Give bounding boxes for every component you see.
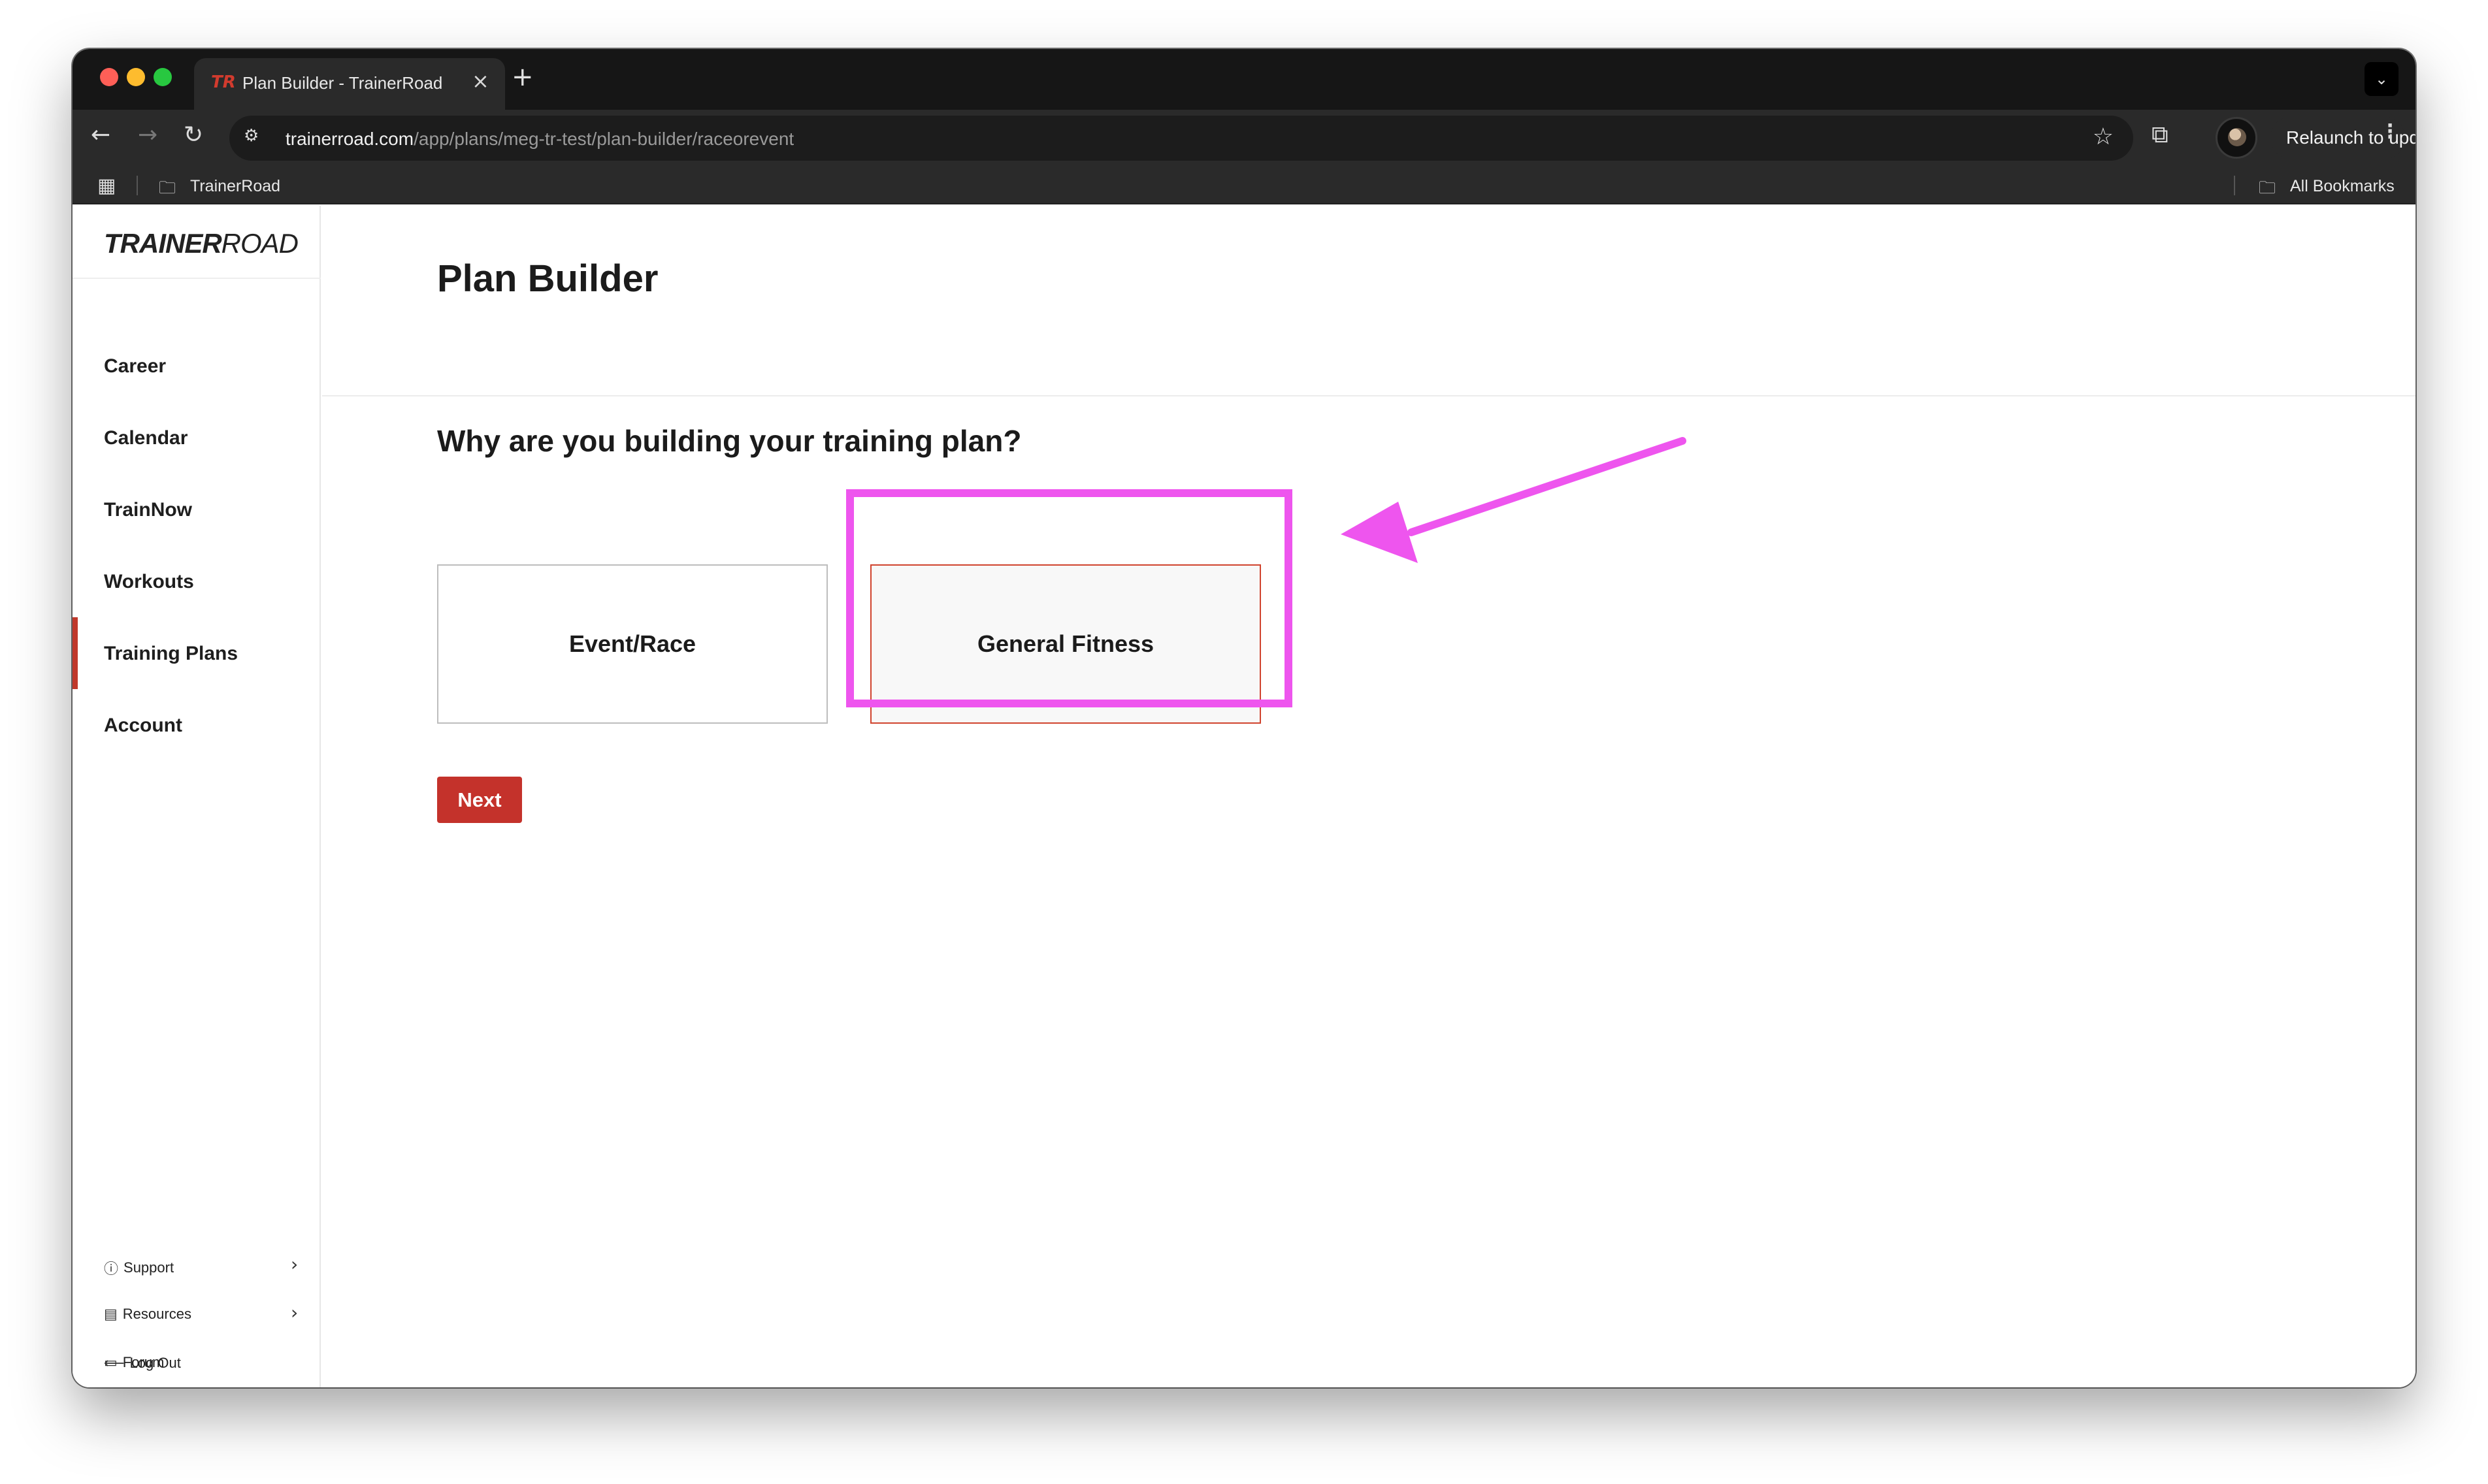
window-maximize-button[interactable]	[154, 68, 172, 86]
profile-avatar[interactable]	[2216, 117, 2257, 159]
folder-icon: 🗀	[159, 178, 176, 198]
bookmarks-divider	[137, 176, 138, 195]
plan-purpose-question: Why are you building your training plan?	[437, 424, 1022, 458]
sidebar-item-training-plans[interactable]: Training Plans	[104, 643, 238, 665]
apps-grid-icon[interactable]: ▦	[97, 174, 116, 197]
all-bookmarks-link[interactable]: All Bookmarks	[2290, 177, 2395, 196]
arrow-left-icon: ⟵	[104, 1355, 125, 1372]
forward-arrow-icon[interactable]: →	[138, 121, 157, 148]
window-close-button[interactable]	[100, 68, 118, 86]
page-content: TRAINERROAD Career Calendar TrainNow Wor…	[73, 206, 2415, 1387]
logo-train: TRAINER	[104, 228, 222, 259]
new-tab-icon[interactable]: +	[512, 62, 534, 92]
next-button[interactable]: Next	[437, 777, 522, 823]
address-bar[interactable]: ⚙ trainerroad.com/app/plans/meg-tr-test/…	[229, 116, 2133, 161]
bookmarks-bar: ▦ 🗀 TrainerRoad 🗀 All Bookmarks	[73, 167, 2415, 204]
page-title: Plan Builder	[437, 257, 659, 300]
chevron-right-icon[interactable]: ›	[291, 1253, 298, 1275]
browser-tab[interactable]: TR Plan Builder - TrainerRoad ×	[194, 58, 505, 110]
sidebar-item-calendar[interactable]: Calendar	[104, 427, 188, 449]
tab-title: Plan Builder - TrainerRoad	[242, 73, 443, 93]
sidebar-footer-resources[interactable]: ▤ Resources	[104, 1306, 191, 1323]
logo-road: ROAD	[221, 228, 299, 259]
extensions-puzzle-icon[interactable]: ⧉	[2152, 121, 2169, 149]
url-path: /app/plans/meg-tr-test/plan-builder/race…	[414, 129, 794, 149]
help-circle-icon: ⓘ	[104, 1261, 119, 1278]
trainerroad-logo[interactable]: TRAINERROAD	[104, 228, 299, 259]
newspaper-icon: ▤	[104, 1306, 118, 1323]
sidebar-item-account[interactable]: Account	[104, 715, 182, 737]
url-text[interactable]: trainerroad.com/app/plans/meg-tr-test/pl…	[286, 129, 794, 150]
back-arrow-icon[interactable]: ←	[91, 121, 110, 148]
folder-icon: 🗀	[2259, 178, 2276, 198]
resources-label: Resources	[122, 1306, 191, 1322]
trainerroad-favicon-icon: TR	[211, 73, 236, 92]
tab-close-icon[interactable]: ×	[472, 69, 489, 93]
sidebar-divider	[73, 278, 321, 279]
choice-general-fitness[interactable]: General Fitness	[870, 564, 1261, 724]
sidebar-item-trainnow[interactable]: TrainNow	[104, 499, 192, 521]
sidebar-item-career[interactable]: Career	[104, 355, 166, 378]
sidebar: TRAINERROAD Career Calendar TrainNow Wor…	[73, 206, 321, 1387]
tab-search-chevron-icon[interactable]: ⌄	[2365, 62, 2398, 96]
sidebar-item-workouts[interactable]: Workouts	[104, 571, 194, 593]
browser-menu-kebab-icon[interactable]: ⋮	[2380, 120, 2400, 143]
main-panel: Plan Builder Why are you building your t…	[322, 206, 2415, 1387]
bookmark-folder-trainerroad[interactable]: TrainerRoad	[190, 177, 280, 196]
url-host: trainerroad.com	[286, 129, 414, 149]
logout-label: Log Out	[129, 1355, 181, 1371]
tab-bar: TR Plan Builder - TrainerRoad × + ⌄	[73, 49, 2415, 110]
choice-event-race[interactable]: Event/Race	[437, 564, 828, 724]
bookmark-star-icon[interactable]: ☆	[2093, 123, 2114, 150]
bookmarks-divider	[2234, 176, 2235, 195]
sidebar-active-indicator	[73, 617, 78, 689]
chevron-right-icon[interactable]: ›	[291, 1302, 298, 1323]
header-divider	[322, 395, 2415, 396]
sidebar-footer-support[interactable]: ⓘ Support	[104, 1257, 174, 1278]
browser-toolbar: ← → ↻ ⚙ trainerroad.com/app/plans/meg-tr…	[73, 110, 2415, 167]
support-label: Support	[123, 1259, 174, 1276]
browser-window: TR Plan Builder - TrainerRoad × + ⌄ ← → …	[73, 49, 2415, 1387]
reload-icon[interactable]: ↻	[184, 121, 203, 148]
site-settings-icon[interactable]: ⚙	[244, 126, 267, 150]
sidebar-footer-logout[interactable]: ⟵ Log Out	[104, 1355, 181, 1372]
window-minimize-button[interactable]	[127, 68, 145, 86]
